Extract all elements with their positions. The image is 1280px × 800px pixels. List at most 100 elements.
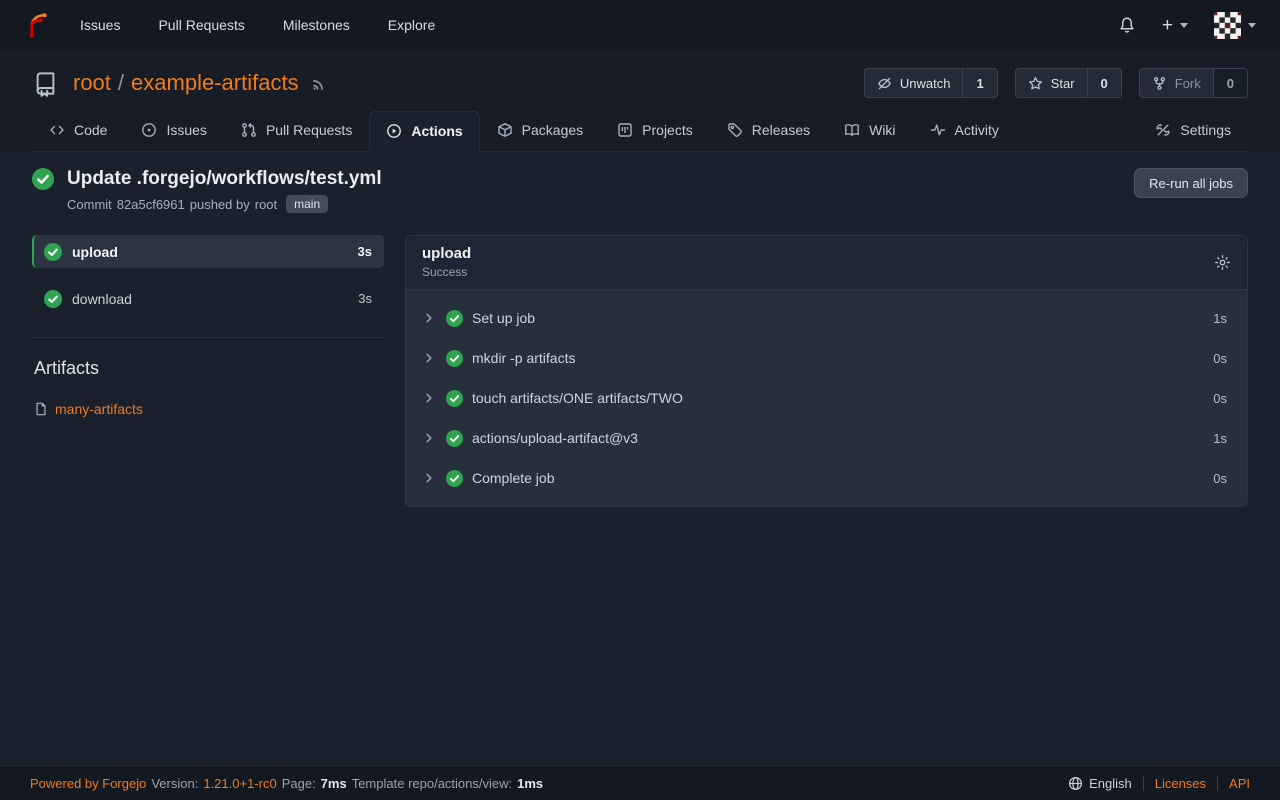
language-selector[interactable]: English <box>1068 776 1132 791</box>
job-duration: 3s <box>358 244 372 259</box>
fork-button[interactable]: Fork <box>1140 69 1213 97</box>
bell-icon[interactable] <box>1118 16 1136 34</box>
licenses-link[interactable]: Licenses <box>1155 776 1206 791</box>
job-item-upload[interactable]: upload 3s <box>32 235 384 268</box>
watchers-count[interactable]: 1 <box>962 69 996 97</box>
chevron-right-icon <box>423 392 435 404</box>
check-circle-icon <box>44 243 62 261</box>
check-circle-icon <box>446 310 463 327</box>
branch-badge[interactable]: main <box>286 195 328 213</box>
repo-action-buttons: Unwatch 1 Star 0 <box>864 68 1248 98</box>
package-icon <box>497 122 513 138</box>
repo-name-link[interactable]: example-artifacts <box>131 70 299 96</box>
language-label: English <box>1089 776 1132 791</box>
doc-icon <box>34 402 48 416</box>
tab-settings-label: Settings <box>1180 122 1231 138</box>
star-button-group: Star 0 <box>1015 68 1122 98</box>
chevron-right-icon <box>423 352 435 364</box>
nav-milestones-link[interactable]: Milestones <box>283 17 350 33</box>
stars-count[interactable]: 0 <box>1087 69 1121 97</box>
step-duration: 0s <box>1213 391 1227 406</box>
nav-issues-link[interactable]: Issues <box>80 17 120 33</box>
navbar-links: Issues Pull Requests Milestones Explore <box>80 17 435 33</box>
fork-icon <box>1152 76 1167 91</box>
footer: Powered by Forgejo Version: 1.21.0+1-rc0… <box>0 765 1280 800</box>
plus-icon: + <box>1162 16 1173 35</box>
tab-releases[interactable]: Releases <box>710 110 827 151</box>
rerun-all-jobs-button[interactable]: Re-run all jobs <box>1134 168 1248 198</box>
job-duration: 3s <box>358 291 372 306</box>
tab-actions[interactable]: Actions <box>369 111 479 152</box>
unwatch-button[interactable]: Unwatch <box>865 69 963 97</box>
tab-code[interactable]: Code <box>32 110 124 151</box>
tab-activity-label: Activity <box>955 122 999 138</box>
check-circle-icon <box>44 290 62 308</box>
projects-icon <box>617 122 633 138</box>
job-detail-panel: upload Success <box>405 235 1248 507</box>
tab-packages[interactable]: Packages <box>480 110 600 151</box>
artifact-link-many-artifacts[interactable]: many-artifacts <box>34 401 384 417</box>
committer-link[interactable]: root <box>255 197 277 212</box>
tab-pull-requests[interactable]: Pull Requests <box>224 110 369 151</box>
tab-issues[interactable]: Issues <box>124 110 223 151</box>
artifact-name: many-artifacts <box>55 401 143 417</box>
check-circle-icon <box>446 430 463 447</box>
steps-list: Set up job 1s mkdir -p artifacts 0s <box>406 290 1247 506</box>
rss-icon[interactable] <box>311 75 327 91</box>
tab-projects[interactable]: Projects <box>600 110 710 151</box>
repo-header: root / example-artifacts <box>0 50 1280 152</box>
page-time-label: Page: <box>282 776 316 791</box>
tab-settings[interactable]: Settings <box>1138 110 1248 151</box>
step-row-setup-job[interactable]: Set up job 1s <box>406 298 1247 338</box>
step-duration: 1s <box>1213 431 1227 446</box>
star-button[interactable]: Star <box>1016 69 1087 97</box>
template-time-value: 1ms <box>517 776 543 791</box>
footer-meta: Powered by Forgejo Version: 1.21.0+1-rc0… <box>30 776 543 791</box>
repo-tabbar: Code Issues Pull Requests <box>32 110 1248 152</box>
step-row-mkdir[interactable]: mkdir -p artifacts 0s <box>406 338 1247 378</box>
footer-links: English Licenses API <box>1068 776 1250 791</box>
step-duration: 0s <box>1213 351 1227 366</box>
nav-pull-requests-link[interactable]: Pull Requests <box>158 17 244 33</box>
jobs-sidebar: upload 3s download 3s Artifacts <box>32 235 384 417</box>
tab-activity[interactable]: Activity <box>913 110 1016 151</box>
api-link[interactable]: API <box>1229 776 1250 791</box>
tab-projects-label: Projects <box>642 122 693 138</box>
tab-actions-label: Actions <box>411 123 462 139</box>
job-detail-title: upload <box>422 245 471 262</box>
step-label: touch artifacts/ONE artifacts/TWO <box>472 390 683 406</box>
breadcrumb-separator: / <box>118 70 124 96</box>
tab-packages-label: Packages <box>522 122 583 138</box>
check-circle-icon <box>446 470 463 487</box>
star-label: Star <box>1051 76 1075 91</box>
page-time-value: 7ms <box>321 776 347 791</box>
tab-wiki[interactable]: Wiki <box>827 110 912 151</box>
tools-icon <box>1155 122 1171 138</box>
step-duration: 0s <box>1213 471 1227 486</box>
step-row-touch[interactable]: touch artifacts/ONE artifacts/TWO 0s <box>406 378 1247 418</box>
version-link[interactable]: 1.21.0+1-rc0 <box>203 776 276 791</box>
create-new-dropdown[interactable]: + <box>1162 16 1188 35</box>
step-label: mkdir -p artifacts <box>472 350 575 366</box>
tab-pull-requests-label: Pull Requests <box>266 122 352 138</box>
powered-by-link[interactable]: Powered by Forgejo <box>30 776 146 791</box>
job-name: download <box>72 291 132 307</box>
template-time-label: Template repo/actions/view: <box>352 776 512 791</box>
forgejo-logo-icon[interactable] <box>24 11 52 39</box>
gear-icon[interactable] <box>1214 254 1231 271</box>
sidebar-divider <box>32 337 384 338</box>
run-commit-info: Commit 82a5cf6961 pushed by root main <box>67 195 382 213</box>
nav-explore-link[interactable]: Explore <box>388 17 435 33</box>
repo-owner-link[interactable]: root <box>73 70 111 96</box>
code-icon <box>49 122 65 138</box>
tab-issues-label: Issues <box>166 122 206 138</box>
job-item-download[interactable]: download 3s <box>32 282 384 315</box>
navbar-right: + <box>1118 12 1256 39</box>
commit-sha-link[interactable]: 82a5cf6961 <box>117 197 185 212</box>
job-detail-header: upload Success <box>406 236 1247 290</box>
user-menu-dropdown[interactable] <box>1214 12 1256 39</box>
step-row-upload-artifact[interactable]: actions/upload-artifact@v3 1s <box>406 418 1247 458</box>
forks-count[interactable]: 0 <box>1213 69 1247 97</box>
step-row-complete-job[interactable]: Complete job 0s <box>406 458 1247 498</box>
step-label: actions/upload-artifact@v3 <box>472 430 638 446</box>
